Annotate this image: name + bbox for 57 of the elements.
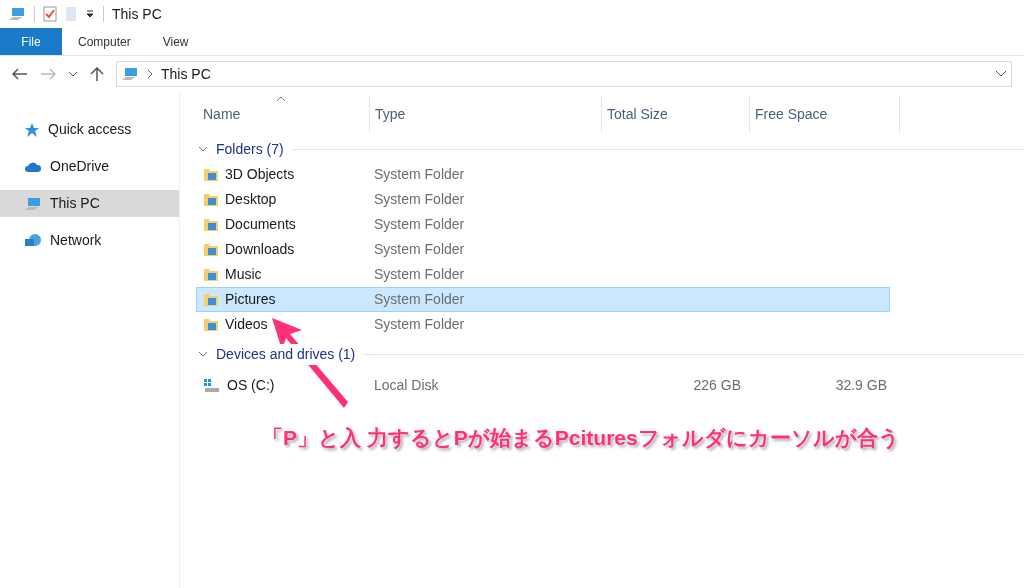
group-header[interactable]: Devices and drives (1) (216, 343, 356, 365)
file-type: System Folder (373, 315, 466, 334)
file-name: Pictures (225, 290, 276, 309)
column-header[interactable]: Type (370, 96, 602, 132)
network-icon (24, 232, 42, 249)
free-space: 32.9 GB (835, 377, 887, 393)
file-name: Music (225, 265, 262, 284)
chevron-down-icon[interactable] (995, 70, 1007, 78)
file-type: System Folder (373, 165, 466, 184)
file-row[interactable]: Pictures System Folder (196, 287, 890, 312)
back-arrow-icon[interactable] (12, 68, 28, 80)
chevron-down-icon[interactable] (68, 70, 78, 78)
column-header[interactable]: Free Space (750, 96, 900, 132)
file-row[interactable]: Videos System Folder (196, 312, 890, 337)
drive-icon (203, 377, 221, 394)
file-type: System Folder (373, 290, 466, 309)
total-size: 226 GB (693, 377, 741, 393)
file-type: System Folder (373, 265, 466, 284)
file-type: System Folder (373, 240, 466, 259)
address-path: This PC (161, 64, 212, 84)
file-name: Desktop (225, 190, 277, 209)
file-name: 3D Objects (225, 165, 295, 184)
file-row[interactable]: Documents System Folder (196, 212, 890, 237)
column-header[interactable]: Name (198, 96, 370, 132)
file-name: OS (C:) (227, 376, 275, 395)
file-row[interactable]: OS (C:) Local Disk 226 GB 32.9 GB (196, 373, 890, 398)
file-row[interactable]: Downloads System Folder (196, 237, 890, 262)
sidebar-item[interactable]: OneDrive (0, 153, 179, 180)
file-type: System Folder (373, 190, 466, 209)
chevron-right-icon (147, 69, 153, 79)
window-title: This PC (112, 4, 162, 24)
chevron-down-icon[interactable] (198, 146, 208, 152)
file-type: System Folder (373, 215, 466, 234)
chevron-down-icon[interactable] (198, 351, 208, 357)
file-name: Videos (225, 315, 268, 334)
file-row[interactable]: 3D Objects System Folder (196, 162, 890, 187)
checklist-icon[interactable] (43, 6, 57, 22)
star-icon (24, 121, 40, 138)
up-arrow-icon[interactable] (90, 66, 104, 82)
file-name: Downloads (225, 240, 295, 259)
dropdown-icon[interactable] (85, 9, 95, 19)
file-row[interactable]: Desktop System Folder (196, 187, 890, 212)
computer-icon (121, 66, 139, 82)
file-name: Documents (225, 215, 296, 234)
ribbon-tab[interactable]: File (0, 28, 62, 55)
column-header[interactable]: Total Size (602, 96, 750, 132)
file-row[interactable]: Music System Folder (196, 262, 890, 287)
annotation-text: 「P」と入 力するとPが始まるPcituresフォルダにカーソルが合う (262, 425, 900, 452)
computer-icon (8, 6, 26, 22)
file-type: Local Disk (373, 376, 440, 395)
sidebar-item[interactable]: Quick access (0, 116, 179, 143)
ribbon-tab[interactable]: Computer (62, 28, 147, 55)
ribbon-tab[interactable]: View (146, 28, 205, 55)
address-bar[interactable]: This PC (116, 61, 1012, 87)
computer-icon (24, 195, 42, 212)
sidebar-item[interactable]: Network (0, 227, 179, 254)
sidebar-item[interactable]: This PC (0, 190, 179, 217)
